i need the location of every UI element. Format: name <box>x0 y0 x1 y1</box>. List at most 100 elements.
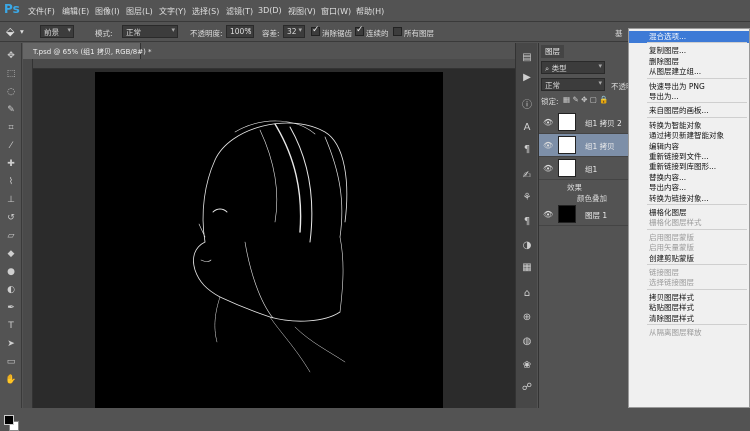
move-tool-icon[interactable]: ✥ <box>3 49 19 63</box>
menu-view[interactable]: 视图(V) <box>288 6 316 17</box>
menu-separator <box>647 264 747 265</box>
pen-tool-icon[interactable]: ✒ <box>3 301 19 315</box>
context-menu-item[interactable]: 导出为... <box>629 91 749 103</box>
actions-panel-icon[interactable]: ▶ <box>520 71 534 85</box>
photoshop-logo: Ps <box>4 2 20 16</box>
context-menu-item[interactable]: 清除图层样式 <box>629 313 749 325</box>
menu-select[interactable]: 选择(S) <box>192 6 219 17</box>
workspace-label[interactable]: 基 <box>615 28 623 39</box>
history-panel-icon[interactable]: ▤ <box>520 51 534 65</box>
brush-tool-icon[interactable]: ⌇ <box>3 175 19 189</box>
channels-panel-icon[interactable]: ▦ <box>520 261 534 275</box>
contiguous-checkbox[interactable] <box>355 25 364 36</box>
paint-bucket-icon[interactable]: ⬙ <box>6 25 14 38</box>
all-layers-label: 所有图层 <box>404 29 434 38</box>
menu-help[interactable]: 帮助(H) <box>356 6 384 17</box>
history-brush-tool-icon[interactable]: ↺ <box>3 211 19 225</box>
adjustments-panel-icon[interactable]: ◑ <box>520 239 534 253</box>
layer-row[interactable]: 👁 组1 拷贝 2 <box>539 111 639 134</box>
paint-bucket-tool-icon[interactable]: ◆ <box>3 247 19 261</box>
tools-panel: ✥ ⬚ ◌ ✎ ⌗ ⁄ ✚ ⌇ ⊥ ↺ ▱ ◆ ● ◐ ✒ T ➤ ▭ ✋ <box>0 43 22 431</box>
lock-icons[interactable]: ▦ ✎ ✥ ▢ 🔒 <box>563 95 609 104</box>
antialias-checkbox[interactable] <box>311 25 320 36</box>
swatches-panel-icon[interactable]: ◍ <box>520 335 534 349</box>
context-menu-item[interactable]: 来自图层的画板... <box>629 105 749 117</box>
layer-row-selected[interactable]: 👁 组1 拷贝 <box>539 134 639 157</box>
canvas[interactable] <box>95 72 443 408</box>
context-menu-item[interactable]: 从图层建立组... <box>629 66 749 78</box>
layers-panel: 图层 ⌕ 类型 正常 不透明 锁定: ▦ ✎ ✥ ▢ 🔒 👁 组1 拷贝 2 👁… <box>538 43 639 408</box>
rectangle-tool-icon[interactable]: ▭ <box>3 355 19 369</box>
healing-brush-tool-icon[interactable]: ✚ <box>3 157 19 171</box>
eraser-tool-icon[interactable]: ▱ <box>3 229 19 243</box>
layer-row[interactable]: 👁 图层 1 <box>539 203 639 226</box>
menu-separator <box>647 288 747 290</box>
menu-separator <box>647 116 747 118</box>
menu-separator <box>647 204 747 205</box>
crop-tool-icon[interactable]: ⌗ <box>3 121 19 135</box>
document-tab[interactable]: T.psd @ 65% (组1 拷贝, RGB/8#) * <box>23 43 152 59</box>
antialias-label: 消除锯齿 <box>322 29 352 38</box>
context-menu-item[interactable]: 创建剪贴蒙版 <box>629 253 749 265</box>
layer-name: 图层 1 <box>585 211 608 220</box>
menu-image[interactable]: 图像(I) <box>95 6 120 17</box>
brush-panel-icon[interactable]: ✍ <box>520 169 534 183</box>
context-menu-item: 从隔离图层释放 <box>649 328 702 337</box>
context-menu-item[interactable]: 转换为链接对象... <box>629 193 749 205</box>
menu-window[interactable]: 窗口(W) <box>321 6 351 17</box>
all-layers-checkbox[interactable] <box>393 27 402 36</box>
blur-tool-icon[interactable]: ● <box>3 265 19 279</box>
fill-source-select[interactable]: 前景 <box>40 25 74 38</box>
layer-thumbnail <box>558 136 576 154</box>
layer-kind-filter[interactable]: ⌕ 类型 <box>541 61 605 74</box>
tolerance-label: 容差: <box>262 29 280 38</box>
eyedropper-tool-icon[interactable]: ⁄ <box>3 139 19 153</box>
menu-layer[interactable]: 图层(L) <box>126 6 153 17</box>
layer-name: 组1 拷贝 2 <box>585 119 622 128</box>
foreground-color-swatch[interactable] <box>4 415 14 425</box>
ruler-horizontal <box>33 59 515 69</box>
menu-filter[interactable]: 滤镜(T) <box>226 6 253 17</box>
clone-stamp-tool-icon[interactable]: ⊥ <box>3 193 19 207</box>
visibility-eye-icon[interactable]: 👁 <box>543 118 553 127</box>
libraries-panel-icon[interactable]: ❀ <box>520 359 534 373</box>
mode-select[interactable]: 正常 <box>122 25 178 38</box>
clone-source-panel-icon[interactable]: ⚘ <box>520 191 534 205</box>
character-panel-icon[interactable]: A <box>520 121 534 135</box>
tolerance-field[interactable]: 32 <box>283 25 305 38</box>
layer-row[interactable]: 👁 组1 <box>539 157 639 180</box>
properties-panel-icon[interactable]: ¶ <box>520 143 534 157</box>
navigator-panel-icon[interactable]: ⊕ <box>520 311 534 325</box>
context-menu-item: 选择链接图层 <box>649 278 694 288</box>
mode-label: 模式: <box>95 29 113 38</box>
type-tool-icon[interactable]: T <box>3 319 19 333</box>
layer-thumbnail <box>558 113 576 131</box>
menu-edit[interactable]: 编辑(E) <box>62 6 89 17</box>
paths-panel-icon[interactable]: ⌂ <box>520 287 534 301</box>
lock-label: 锁定: <box>541 97 559 106</box>
marquee-tool-icon[interactable]: ⬚ <box>3 67 19 81</box>
menu-3d[interactable]: 3D(D) <box>258 6 282 15</box>
lasso-tool-icon[interactable]: ◌ <box>3 85 19 99</box>
info-panel-icon[interactable]: ⓘ <box>520 99 534 113</box>
blend-mode-select[interactable]: 正常 <box>541 78 605 91</box>
path-selection-tool-icon[interactable]: ➤ <box>3 337 19 351</box>
hand-tool-icon[interactable]: ✋ <box>3 373 19 387</box>
layers-tab[interactable]: 图层 <box>541 45 564 58</box>
tool-preset-arrow-icon[interactable]: ▾ <box>20 27 24 36</box>
menu-separator <box>647 228 747 230</box>
options-bar: ⬙ ▾ 前景 模式: 正常 不透明度: 100% 容差: 32 消除锯齿 连续的… <box>0 22 630 42</box>
menu-file[interactable]: 文件(F) <box>28 6 55 17</box>
visibility-eye-icon[interactable]: 👁 <box>543 141 553 150</box>
context-menu-item: 栅格化图层样式 <box>649 218 702 228</box>
opacity-field[interactable]: 100% <box>226 25 254 38</box>
visibility-eye-icon[interactable]: 👁 <box>543 164 553 173</box>
paragraph-panel-icon[interactable]: ¶ <box>520 215 534 229</box>
dodge-tool-icon[interactable]: ◐ <box>3 283 19 297</box>
menu-type[interactable]: 文字(Y) <box>159 6 186 17</box>
menu-bar: Ps 文件(F) 编辑(E) 图像(I) 图层(L) 文字(Y) 选择(S) 滤… <box>0 0 750 22</box>
quick-select-tool-icon[interactable]: ✎ <box>3 103 19 117</box>
context-menu-item[interactable]: 混合选项... <box>629 31 749 43</box>
visibility-eye-icon[interactable]: 👁 <box>543 210 553 219</box>
timeline-panel-icon[interactable]: ☍ <box>520 381 534 395</box>
